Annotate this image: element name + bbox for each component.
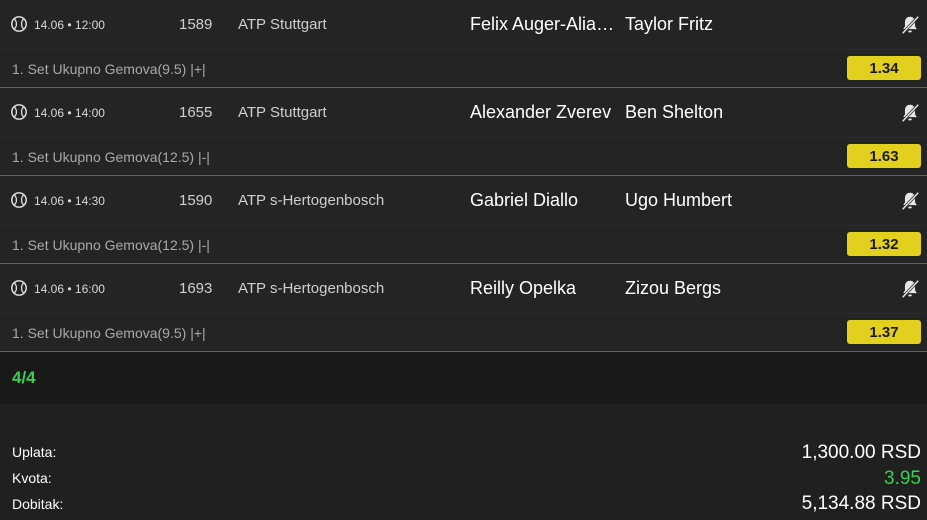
league-name: ATP Stuttgart [238,16,327,33]
home-player: Reilly Opelka [470,278,577,298]
league-name: ATP s-Hertogenbosch [238,280,385,297]
selection-count-bar: 4/4 [0,352,927,403]
bell-off-icon[interactable] [899,278,921,300]
market-label: 1. Set Ukupno Gemova(9.5) |+| [12,324,206,341]
match-datetime: 14.06 • 16:00 [34,281,105,296]
odd-badge[interactable]: 1.32 [847,232,921,256]
match-card: 14.06 • 14:30 1590 ATP s-Hertogenbosch G… [0,176,927,264]
tennis-ball-icon [11,16,27,32]
bell-off-icon[interactable] [899,190,921,212]
tennis-ball-icon [11,280,27,296]
league-name: ATP s-Hertogenbosch [238,192,385,209]
odd-badge[interactable]: 1.34 [847,56,921,80]
match-datetime: 14.06 • 14:00 [34,105,105,120]
market-row: 1. Set Ukupno Gemova(12.5) |-| 1.32 [0,226,927,264]
bell-off-icon[interactable] [899,14,921,36]
match-row[interactable]: 14.06 • 16:00 1693 ATP s-Hertogenbosch R… [0,264,927,314]
match-code: 1590 [179,192,213,209]
odd-badge[interactable]: 1.63 [847,144,921,168]
match-row[interactable]: 14.06 • 14:30 1590 ATP s-Hertogenbosch G… [0,176,927,226]
away-player: Zizou Bergs [625,278,722,298]
match-card: 14.06 • 12:00 1589 ATP Stuttgart Felix A… [0,0,927,88]
market-row: 1. Set Ukupno Gemova(9.5) |+| 1.37 [0,314,927,352]
match-card: 14.06 • 16:00 1693 ATP s-Hertogenbosch R… [0,264,927,352]
league-name: ATP Stuttgart [238,104,327,121]
ticket-summary: Uplata: 1,300.00 RSD Kvota: 3.95 Dobitak… [0,404,927,520]
match-row[interactable]: 14.06 • 14:00 1655 ATP Stuttgart Alexand… [0,88,927,138]
win-label: Dobitak: [12,496,64,512]
market-label: 1. Set Ukupno Gemova(12.5) |-| [12,236,210,253]
match-datetime: 14.06 • 12:00 [34,17,105,32]
odd-badge[interactable]: 1.37 [847,320,921,344]
match-code: 1589 [179,16,213,33]
market-label: 1. Set Ukupno Gemova(12.5) |-| [12,148,210,165]
market-row: 1. Set Ukupno Gemova(9.5) |+| 1.34 [0,50,927,88]
match-code: 1693 [179,280,213,297]
match-row[interactable]: 14.06 • 12:00 1589 ATP Stuttgart Felix A… [0,0,927,50]
market-row: 1. Set Ukupno Gemova(12.5) |-| 1.63 [0,138,927,176]
match-datetime: 14.06 • 14:30 [34,193,105,208]
tennis-ball-icon [11,104,27,120]
away-player: Taylor Fritz [625,14,714,34]
away-player: Ben Shelton [625,102,724,122]
market-label: 1. Set Ukupno Gemova(9.5) |+| [12,60,206,77]
home-player: Felix Auger-Aliassime [470,14,618,34]
selection-count: 4/4 [12,367,36,387]
stake-value: 1,300.00 RSD [801,442,921,463]
match-card: 14.06 • 14:00 1655 ATP Stuttgart Alexand… [0,88,927,176]
total-odds-value: 3.95 [884,468,921,489]
tennis-ball-icon [11,192,27,208]
home-player: Alexander Zverev [470,102,612,122]
away-player: Ugo Humbert [625,190,733,210]
match-code: 1655 [179,104,213,121]
stake-label: Uplata: [12,444,57,460]
home-player: Gabriel Diallo [470,190,579,210]
odds-label: Kvota: [12,470,52,486]
potential-win-value: 5,134.88 RSD [801,493,921,514]
bell-off-icon[interactable] [899,102,921,124]
